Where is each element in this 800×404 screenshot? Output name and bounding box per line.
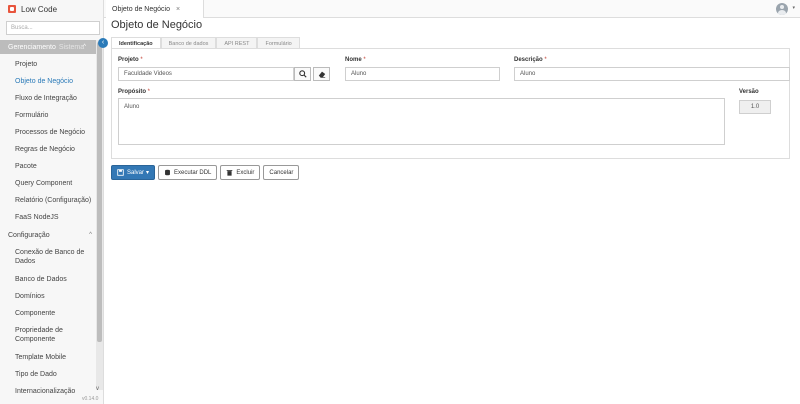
descricao-label: Descrição * <box>514 57 547 63</box>
chevron-up-icon: ^ <box>89 232 92 238</box>
required-mark: * <box>363 57 366 63</box>
required-mark: * <box>147 89 151 95</box>
proposito-label-text: Propósito <box>118 89 146 95</box>
tab-bar: Objeto de Negócio × ▾ <box>104 0 800 18</box>
execute-ddl-label: Executar DDL <box>174 169 212 176</box>
caret-down-icon[interactable]: ▾ <box>792 5 795 11</box>
cancel-button-label: Cancelar <box>269 169 294 176</box>
brand: Low Code <box>0 0 103 18</box>
sidebar-item-objeto-de-negocio[interactable]: Objeto de Negócio <box>15 77 93 86</box>
eraser-icon <box>318 71 325 78</box>
sidebar-item-faas-nodejs[interactable]: FaaS NodeJS <box>15 213 93 222</box>
cancel-button[interactable]: Cancelar <box>263 165 300 180</box>
caret-down-icon: ▾ <box>146 170 150 176</box>
sidebar-item-processos-de-negocio[interactable]: Processos de Negócio <box>15 128 93 137</box>
versao-field: 1.0 <box>739 100 771 114</box>
app-title: Low Code <box>21 4 58 14</box>
sidebar-item-conexao-de-banco-de-dados[interactable]: Conexão de Banco de Dados <box>15 248 93 266</box>
sidebar-search-input[interactable]: Busca... <box>6 21 100 35</box>
sidebar-item-banco-de-dados[interactable]: Banco de Dados <box>15 275 93 284</box>
close-icon[interactable]: × <box>176 6 180 13</box>
search-icon <box>298 70 307 78</box>
sidebar-item-fluxo-de-integracao[interactable]: Fluxo de Integração <box>15 94 93 103</box>
sidebar-item-propriedade-de-componente[interactable]: Propriedade de Componente <box>15 326 93 344</box>
group-configuracao[interactable]: Configuração ^ <box>0 228 96 242</box>
sidebar-scroll-thumb[interactable] <box>97 42 102 342</box>
sidebar-item-template-mobile[interactable]: Template Mobile <box>15 353 93 362</box>
form-panel: Projeto * Faculdade Videos Nome * Aluno … <box>111 48 790 159</box>
action-bar: Salvar ▾ Executar DDL Excluir Cancelar <box>111 165 300 180</box>
chevron-up-icon: ^ <box>83 44 86 50</box>
logo-icon <box>8 5 16 13</box>
sidebar-item-formulario[interactable]: Formulário <box>15 111 93 120</box>
required-mark: * <box>140 57 143 63</box>
descricao-field[interactable]: Aluno <box>514 67 790 81</box>
group-configuracao-label: Configuração <box>8 231 50 239</box>
versao-label: Versão <box>739 89 759 95</box>
sidebar-item-internacionalizacao[interactable]: Internacionalização <box>15 387 93 396</box>
chevron-down-icon[interactable]: v <box>96 386 99 392</box>
page-title: Objeto de Negócio <box>111 19 203 31</box>
user-avatar[interactable] <box>776 3 788 15</box>
search-project-button[interactable] <box>294 67 311 81</box>
group-gerenciamento-label: Gerenciamento <box>8 43 56 51</box>
sidebar-item-pacote[interactable]: Pacote <box>15 162 93 171</box>
delete-button[interactable]: Excluir <box>220 165 261 180</box>
open-tab-objeto-de-negocio[interactable]: Objeto de Negócio × <box>106 0 204 18</box>
delete-button-label: Excluir <box>236 169 255 176</box>
sidebar-item-tipo-de-dado[interactable]: Tipo de Dado <box>15 370 93 379</box>
sidebar-item-regras-de-negocio[interactable]: Regras de Negócio <box>15 145 93 154</box>
required-mark: * <box>544 57 547 63</box>
group-gerenciamento[interactable]: Gerenciamento Sistema ^ <box>0 40 96 54</box>
sidebar-item-componente[interactable]: Componente <box>15 309 93 318</box>
database-icon <box>165 169 170 176</box>
nome-label: Nome * <box>345 57 366 63</box>
projeto-label: Projeto * <box>118 57 143 63</box>
clear-project-button[interactable] <box>313 67 330 81</box>
collapse-sidebar-button[interactable]: ‹ <box>98 38 108 48</box>
descricao-label-text: Descrição <box>514 57 543 63</box>
save-button[interactable]: Salvar ▾ <box>111 165 156 180</box>
save-icon <box>117 169 124 176</box>
projeto-field[interactable]: Faculdade Videos <box>118 67 294 81</box>
sidebar-item-relatorio[interactable]: Relatório (Configuração) <box>15 196 93 205</box>
projeto-label-text: Projeto <box>118 57 139 63</box>
app-version: v0.14.0 <box>82 396 99 402</box>
sidebar-item-query-component[interactable]: Query Component <box>15 179 93 188</box>
execute-ddl-button[interactable]: Executar DDL <box>158 165 218 180</box>
sidebar-item-projeto[interactable]: Projeto <box>15 60 93 69</box>
proposito-label: Propósito * <box>118 89 150 95</box>
sidebar: Low Code Busca... Gerenciamento Sistema … <box>0 0 104 404</box>
nome-label-text: Nome <box>345 57 362 63</box>
proposito-textarea[interactable]: Aluno <box>118 98 725 145</box>
group-gerenciamento-suffix: Sistema <box>58 43 85 51</box>
save-button-label: Salvar <box>127 169 145 176</box>
open-tab-label: Objeto de Negócio <box>112 5 170 13</box>
sidebar-item-dominios[interactable]: Domínios <box>15 292 93 301</box>
nome-field[interactable]: Aluno <box>345 67 500 81</box>
trash-icon <box>227 170 233 176</box>
